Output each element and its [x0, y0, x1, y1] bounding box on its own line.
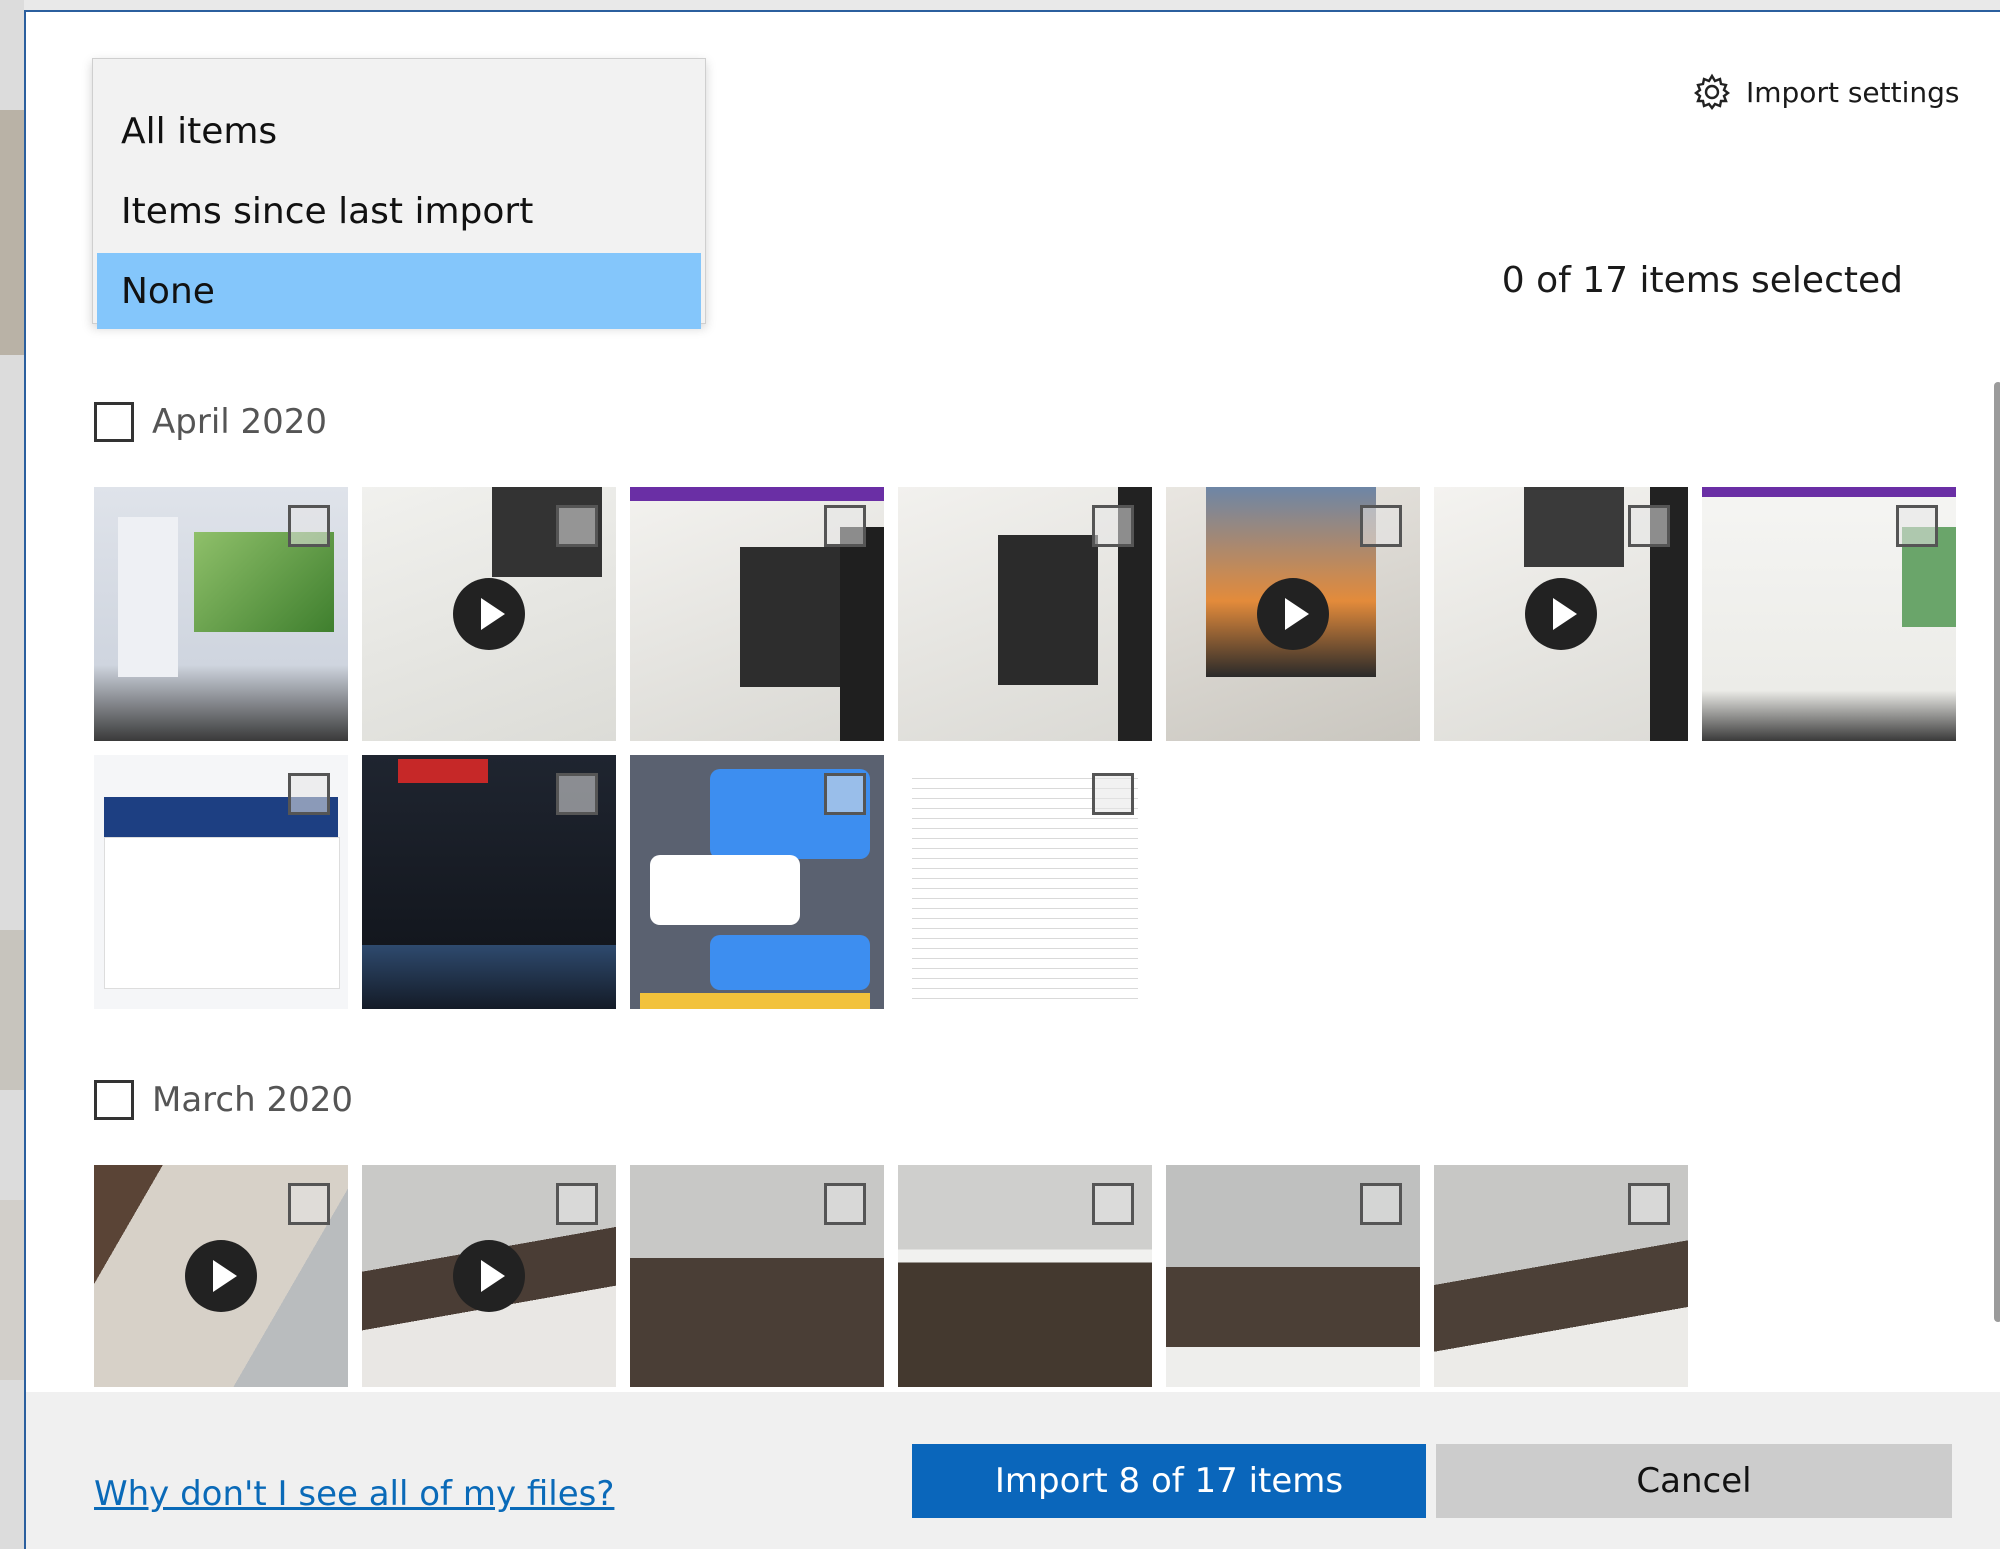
- thumbnail-content: [1524, 487, 1624, 567]
- thumbnail-content: [840, 527, 884, 741]
- thumbnail[interactable]: [1166, 487, 1420, 741]
- thumbnail-checkbox[interactable]: [824, 773, 866, 815]
- group-label: April 2020: [152, 402, 328, 442]
- thumbnail[interactable]: [898, 1165, 1152, 1387]
- thumbnail-content: [710, 935, 870, 990]
- group-header-april-2020: April 2020: [94, 402, 327, 442]
- background-window: [0, 0, 24, 1549]
- thumbnail[interactable]: [898, 487, 1152, 741]
- thumbnail-content: [194, 532, 334, 632]
- group-header-march-2020: March 2020: [94, 1080, 353, 1120]
- selection-count: 0 of 17 items selected: [1501, 260, 1903, 301]
- thumbnail-content: [118, 517, 178, 677]
- thumbnail[interactable]: [1166, 1165, 1420, 1387]
- thumbnail-content: [998, 535, 1098, 685]
- thumbnail-checkbox[interactable]: [1092, 505, 1134, 547]
- background-image: [0, 930, 24, 1090]
- thumbnail-content: [740, 547, 840, 687]
- thumbnail[interactable]: [1434, 487, 1688, 741]
- scrollbar[interactable]: [1994, 382, 2000, 1322]
- dropdown-option-none[interactable]: None: [97, 253, 701, 329]
- dropdown-option-all-items[interactable]: All items: [97, 93, 701, 169]
- thumbnail-checkbox[interactable]: [556, 1183, 598, 1225]
- import-settings-button[interactable]: Import settings: [1692, 72, 1960, 112]
- thumbnail[interactable]: [630, 487, 884, 741]
- thumbnail[interactable]: [1434, 1165, 1688, 1387]
- thumbnail-checkbox[interactable]: [1092, 773, 1134, 815]
- thumbnail-checkbox[interactable]: [556, 505, 598, 547]
- thumbnail-content: [398, 759, 488, 783]
- gear-icon: [1692, 72, 1732, 112]
- thumbnail[interactable]: [94, 755, 348, 1009]
- thumbnail-content: [104, 837, 340, 989]
- dropdown-option-items-since-last-import[interactable]: Items since last import: [97, 173, 701, 249]
- thumbnail-checkbox[interactable]: [1092, 1183, 1134, 1225]
- thumbnail[interactable]: [1702, 487, 1956, 741]
- thumbnail-checkbox[interactable]: [1628, 1183, 1670, 1225]
- thumbnail-checkbox[interactable]: [824, 505, 866, 547]
- thumbnail[interactable]: [362, 487, 616, 741]
- thumbnail-checkbox[interactable]: [1360, 1183, 1402, 1225]
- thumbnail-checkbox[interactable]: [288, 505, 330, 547]
- play-icon: [453, 578, 525, 650]
- thumbnail[interactable]: [630, 1165, 884, 1387]
- help-link[interactable]: Why don't I see all of my files?: [94, 1474, 614, 1514]
- thumbnail-checkbox[interactable]: [1360, 505, 1402, 547]
- play-icon: [185, 1240, 257, 1312]
- group-checkbox-march-2020[interactable]: [94, 1080, 134, 1120]
- background-image: [0, 110, 24, 355]
- play-icon: [453, 1240, 525, 1312]
- thumbnail[interactable]: [94, 1165, 348, 1387]
- group-checkbox-april-2020[interactable]: [94, 402, 134, 442]
- thumbnail-checkbox[interactable]: [288, 1183, 330, 1225]
- cancel-button[interactable]: Cancel: [1436, 1444, 1952, 1518]
- thumbnail-checkbox[interactable]: [1896, 505, 1938, 547]
- thumbnail-checkbox[interactable]: [288, 773, 330, 815]
- thumbnail-content: [650, 855, 800, 925]
- thumbnail[interactable]: [898, 755, 1152, 1009]
- group-label: March 2020: [152, 1080, 353, 1120]
- thumbnail-content: [640, 993, 870, 1009]
- thumbnail[interactable]: [362, 755, 616, 1009]
- dialog-footer: Why don't I see all of my files? Import …: [26, 1392, 2000, 1549]
- thumbnail-content: [362, 945, 616, 1009]
- play-icon: [1257, 578, 1329, 650]
- thumbnail[interactable]: [630, 755, 884, 1009]
- thumbnail-content: [1702, 487, 1956, 497]
- thumbnail[interactable]: [362, 1165, 616, 1387]
- play-icon: [1525, 578, 1597, 650]
- thumbnail-content: [630, 487, 884, 501]
- thumbnail[interactable]: [94, 487, 348, 741]
- thumbnail-checkbox[interactable]: [1628, 505, 1670, 547]
- import-button[interactable]: Import 8 of 17 items: [912, 1444, 1426, 1518]
- select-dropdown-menu: All items Items since last import None: [92, 58, 706, 329]
- background-image: [0, 1200, 24, 1380]
- import-settings-label: Import settings: [1746, 75, 1960, 109]
- thumbnail-checkbox[interactable]: [824, 1183, 866, 1225]
- thumbnail-checkbox[interactable]: [556, 773, 598, 815]
